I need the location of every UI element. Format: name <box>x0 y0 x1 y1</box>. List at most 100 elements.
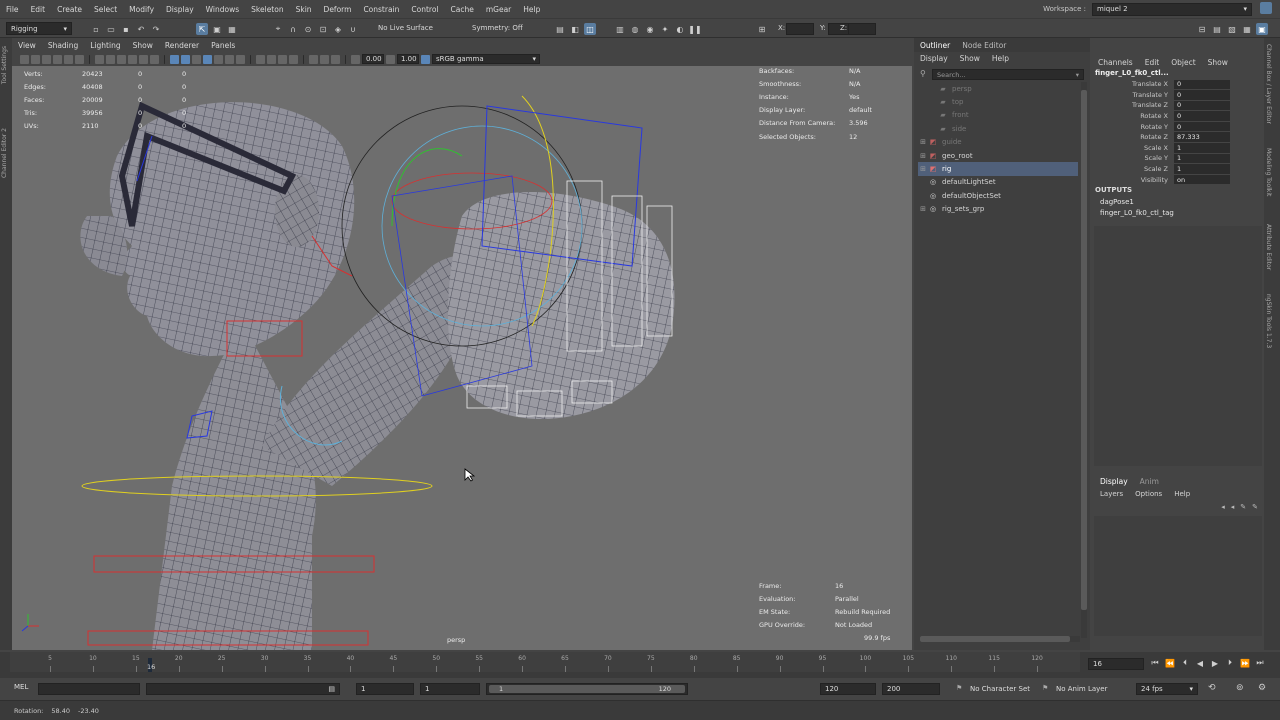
bookmark-icon[interactable] <box>42 54 51 64</box>
outliner-hscrollbar[interactable] <box>920 636 1080 642</box>
snap-point-icon[interactable]: ⊙ <box>302 23 314 35</box>
symmetry-label[interactable]: Symmetry: Off <box>472 24 523 32</box>
x-field[interactable] <box>786 23 814 35</box>
viewport-menu-renderer[interactable]: Renderer <box>159 41 205 50</box>
channel-box-layer-editor-tab[interactable]: Channel Box / Layer Editor <box>1265 44 1272 124</box>
outliner-item-rig-sets-grp[interactable]: ⊞ ◎ rig_sets_grp <box>918 203 1078 216</box>
output-ctl-tag[interactable]: finger_L0_fk0_ctl_tag <box>1100 207 1174 218</box>
attr-value-field[interactable]: 0 <box>1174 121 1230 132</box>
isolate-select-icon[interactable] <box>309 54 318 64</box>
menu-help[interactable]: Help <box>517 5 546 14</box>
expand-toggle[interactable]: ⊞ <box>918 205 928 213</box>
attr-visibility[interactable]: Visibility on <box>1092 174 1230 185</box>
menu-display[interactable]: Display <box>160 5 200 14</box>
channel-menu-channels[interactable]: Channels <box>1092 58 1139 67</box>
menu-edit[interactable]: Edit <box>25 5 52 14</box>
wireframe-on-shaded-icon[interactable] <box>203 54 212 64</box>
colorspace-dropdown[interactable]: sRGB gamma ▾ <box>432 54 540 64</box>
channel-menu-edit[interactable]: Edit <box>1139 58 1166 67</box>
render-view-icon[interactable]: ◉ <box>644 23 656 35</box>
outliner-vscroll-thumb[interactable] <box>1081 90 1087 610</box>
default-material-icon[interactable] <box>192 54 201 64</box>
grease-pencil-icon[interactable] <box>75 54 84 64</box>
playback-start-field[interactable]: 1 <box>420 683 480 695</box>
viewport-menu-panels[interactable]: Panels <box>205 41 241 50</box>
field-chart-icon[interactable] <box>139 54 148 64</box>
go-to-end-icon[interactable]: ⏭ <box>1253 658 1267 668</box>
open-scene-icon[interactable]: ▭ <box>105 23 117 35</box>
expand-toggle[interactable]: ⊞ <box>918 138 928 146</box>
outliner-item-rig[interactable]: ⊞ ◩ rig <box>918 162 1078 176</box>
attr-translate-z[interactable]: Translate Z 0 <box>1092 100 1230 111</box>
menu-deform[interactable]: Deform <box>318 5 358 14</box>
step-forward-frame-icon[interactable]: ⏩ <box>1238 659 1252 668</box>
step-back-key-icon[interactable]: ⏴ <box>1178 658 1192 668</box>
select-hierarchy-icon[interactable]: ⇱ <box>196 23 208 35</box>
range-slider[interactable]: 1 120 <box>486 683 688 695</box>
go-to-start-icon[interactable]: ⏮ <box>1148 658 1162 668</box>
snap-curve-icon[interactable]: ∩ <box>287 23 299 35</box>
render-frame-icon[interactable]: ◧ <box>569 23 581 35</box>
viewport-menu-show[interactable]: Show <box>127 41 159 50</box>
undo-icon[interactable]: ↶ <box>135 23 147 35</box>
menuset-dropdown[interactable]: Rigging ▾ <box>6 22 72 35</box>
2d-pan-icon[interactable] <box>64 54 73 64</box>
menu-file[interactable]: File <box>0 5 25 14</box>
z-field[interactable] <box>848 23 876 35</box>
redo-icon[interactable]: ↷ <box>150 23 162 35</box>
modeling-toolkit-tab[interactable]: Modeling Toolkit <box>1265 148 1272 196</box>
layer-menu-options[interactable]: Options <box>1129 490 1168 498</box>
outliner-menu-help[interactable]: Help <box>986 54 1015 63</box>
attr-value-field[interactable]: 0 <box>1174 111 1230 121</box>
live-surface-label[interactable]: No Live Surface <box>378 24 433 32</box>
move-layer-down-icon[interactable]: ◂ <box>1231 503 1235 511</box>
wireframe-icon[interactable] <box>170 54 179 64</box>
outliner-item-persp[interactable]: ▰ persp <box>918 82 1078 95</box>
ipr-render-icon[interactable]: ▥ <box>614 23 626 35</box>
film-gate-icon[interactable] <box>106 54 115 64</box>
outliner-item-default-object-set[interactable]: ◎ defaultObjectSet <box>918 189 1078 202</box>
render-settings-icon[interactable]: ◫ <box>584 23 596 35</box>
play-backward-icon[interactable]: ◀ <box>1193 659 1207 668</box>
outliner-item-top[interactable]: ▰ top <box>918 95 1078 108</box>
lights-icon[interactable] <box>225 54 234 64</box>
anti-aliasing-icon[interactable] <box>278 54 287 64</box>
menu-mgear[interactable]: mGear <box>480 5 517 14</box>
character-set-label[interactable]: No Character Set <box>970 685 1030 693</box>
resolution-gate-icon[interactable] <box>117 54 126 64</box>
channel-box-icon[interactable]: ▦ <box>1241 23 1253 35</box>
attr-value-field[interactable]: 0 <box>1174 90 1230 100</box>
mel-command-input[interactable] <box>38 683 140 695</box>
lock-icon[interactable] <box>1260 2 1272 14</box>
outliner-item-guide[interactable]: ⊞ ◩ guide <box>918 136 1078 149</box>
channel-editor-tab[interactable]: Channel Editor 2 <box>1 128 8 178</box>
anim-layer-icon[interactable]: ⚑ <box>1042 684 1048 692</box>
snap-magnet-icon[interactable]: ∪ <box>347 23 359 35</box>
play-forward-icon[interactable]: ▶ <box>1208 659 1222 668</box>
attr-value-field[interactable]: 1 <box>1174 164 1230 174</box>
gamma-icon[interactable] <box>386 54 395 64</box>
tab-outliner[interactable]: Outliner <box>914 38 956 52</box>
gate-mask-icon[interactable] <box>128 54 137 64</box>
playback-end-field[interactable]: 120 <box>820 683 876 695</box>
outliner-hscroll-thumb[interactable] <box>920 636 1070 642</box>
menu-skeleton[interactable]: Skeleton <box>245 5 289 14</box>
output-dagpose[interactable]: dagPose1 <box>1100 196 1174 207</box>
outliner-item-default-light-set[interactable]: ◎ defaultLightSet <box>918 176 1078 189</box>
snap-view-icon[interactable]: ⊡ <box>317 23 329 35</box>
attr-scale-y[interactable]: Scale Y 1 <box>1092 153 1230 164</box>
attr-translate-x[interactable]: Translate X 0 <box>1092 79 1230 90</box>
xray-joints-icon[interactable] <box>331 54 340 64</box>
channel-menu-object[interactable]: Object <box>1165 58 1201 67</box>
filter-icon[interactable]: ⚲ <box>920 69 926 78</box>
menu-skin[interactable]: Skin <box>290 5 318 14</box>
ambient-occlusion-icon[interactable] <box>256 54 265 64</box>
viewport-menu-lighting[interactable]: Lighting <box>84 41 126 50</box>
xray-icon[interactable] <box>320 54 329 64</box>
textured-icon[interactable] <box>214 54 223 64</box>
xgen-icon[interactable]: ✦ <box>659 23 671 35</box>
outliner-menu-show[interactable]: Show <box>954 54 986 63</box>
viewport-menu-shading[interactable]: Shading <box>42 41 84 50</box>
animation-start-field[interactable]: 1 <box>356 683 414 695</box>
attr-value-field[interactable]: 0 <box>1174 79 1230 90</box>
